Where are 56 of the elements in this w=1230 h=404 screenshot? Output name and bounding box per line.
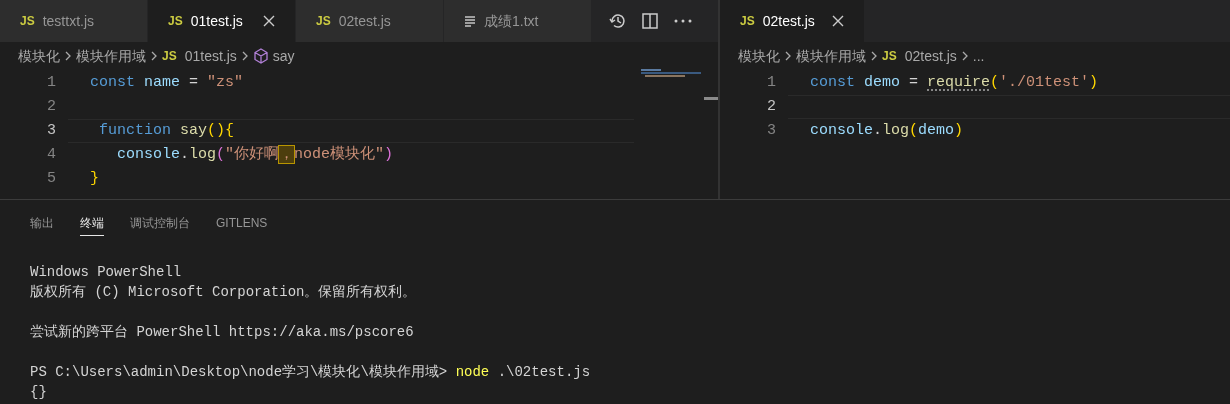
line-number: 1 — [766, 72, 777, 93]
terminal-line: 版权所有 (C) Microsoft Corporation。保留所有权利。 — [30, 284, 417, 300]
scrollbar-thumb[interactable] — [704, 97, 718, 100]
cube-icon[interactable] — [252, 48, 269, 64]
breadcrumb-item[interactable]: 01test.js — [184, 45, 237, 67]
panel-tab[interactable]: 调试控制台 — [130, 210, 190, 236]
breadcrumb-item[interactable]: 模块化 — [738, 45, 780, 67]
tab-label: 02test.js — [762, 11, 815, 31]
terminal-line: 尝试新的跨平台 PowerShell https://aka.ms/pscore6 — [30, 324, 414, 340]
js-file-icon: JS — [20, 12, 35, 30]
panel-tab[interactable]: GITLENS — [216, 210, 268, 236]
code-line: function say(){ — [98, 120, 235, 141]
terminal-line: {} — [30, 384, 47, 400]
editor-tab[interactable]: JS 01test.js — [148, 0, 296, 42]
tab-label: 成绩1.txt — [484, 11, 539, 31]
breadcrumb-item[interactable]: 02test.js — [904, 45, 957, 67]
breadcrumb-item[interactable]: 模块作用域 — [796, 45, 866, 67]
panel-tab[interactable]: 终端 — [80, 210, 104, 236]
js-file-icon: JS — [168, 12, 183, 30]
line-number: 2 — [46, 96, 57, 117]
editor-tab[interactable]: 成绩1.txt — [444, 0, 592, 42]
terminal-line: PS C:\Users\admin\Desktop\node学习\模块化\模块作用域> node .\02test.js — [30, 364, 591, 380]
terminal-line: Windows PowerShell — [30, 264, 182, 280]
js-file-icon: JS — [316, 12, 331, 30]
tab-label: 02test.js — [338, 11, 391, 31]
close-icon[interactable] — [263, 15, 275, 27]
split-editor-icon[interactable] — [642, 13, 658, 29]
js-file-icon: JS — [882, 47, 897, 65]
editor-tab[interactable]: JS testtxt.js — [0, 0, 148, 42]
tab-label: testtxt.js — [42, 11, 95, 31]
code-line: console.log(demo) — [810, 120, 964, 141]
js-file-icon: JS — [162, 47, 177, 65]
breadcrumb-item[interactable]: 模块化 — [18, 45, 60, 67]
code-line: const demo = require('./01test') — [810, 72, 1099, 93]
editor-tab[interactable]: JS 02test.js — [720, 0, 865, 42]
js-file-icon: JS — [740, 12, 755, 30]
breadcrumb-item[interactable]: 模块作用域 — [76, 45, 146, 67]
breadcrumb-item[interactable]: ... — [972, 45, 985, 67]
close-icon[interactable] — [832, 15, 844, 27]
panel-tab[interactable]: 输出 — [30, 210, 54, 236]
line-number: 1 — [46, 72, 57, 93]
tab-label: 01test.js — [190, 11, 243, 31]
history-icon[interactable] — [608, 12, 626, 30]
editor-tab[interactable]: JS 02test.js — [296, 0, 444, 42]
line-number: 3 — [766, 120, 777, 141]
text-file-icon — [464, 15, 476, 27]
minimap — [641, 69, 701, 77]
line-number: 5 — [46, 168, 57, 189]
line-number: 4 — [46, 144, 57, 165]
more-icon[interactable] — [674, 19, 692, 23]
line-number: 3 — [46, 120, 57, 141]
code-line: console.log("你好啊，node模块化") — [116, 144, 394, 165]
code-line: } — [90, 168, 99, 189]
code-line: const name = "zs" — [90, 72, 244, 93]
breadcrumb-item[interactable]: say — [272, 45, 295, 67]
line-number: 2 — [766, 96, 777, 117]
